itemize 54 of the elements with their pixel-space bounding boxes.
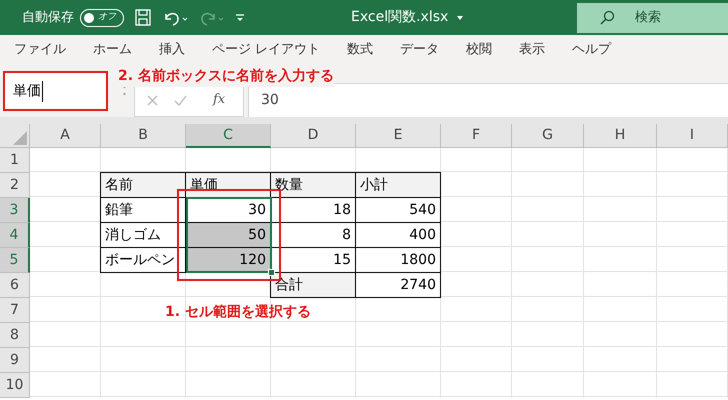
column-header[interactable]: G	[512, 124, 584, 148]
table-cell[interactable]: 400	[355, 222, 441, 248]
row-header[interactable]: 9	[0, 348, 30, 373]
table-cell[interactable]: 小計	[355, 172, 441, 198]
row-header[interactable]: 1	[0, 148, 30, 173]
triangle-icon	[13, 131, 27, 145]
table-cell[interactable]: 50	[185, 222, 271, 248]
row-header[interactable]: 10	[0, 373, 30, 398]
caret-icon[interactable]	[456, 14, 464, 20]
table-cell[interactable]: 鉛筆	[100, 197, 186, 223]
table-cell[interactable]: 540	[355, 197, 441, 223]
ribbon-tab[interactable]: ファイル	[14, 40, 66, 60]
save-icon[interactable]	[135, 9, 151, 26]
row-header[interactable]: 7	[0, 298, 30, 323]
row-header[interactable]: 8	[0, 323, 30, 348]
file-name: Excel関数.xlsx	[351, 8, 448, 27]
annotation-text: 2. 名前ボックスに名前を入力する	[118, 66, 334, 87]
ribbon-tab[interactable]: データ	[400, 40, 440, 60]
table-cell[interactable]: 2740	[355, 272, 441, 298]
autosave-label: 自動保存	[22, 8, 74, 27]
ribbon-tab[interactable]: 数式	[347, 40, 374, 60]
table-cell[interactable]: 名前	[100, 172, 186, 198]
name-box[interactable]: 単価	[3, 71, 108, 111]
row-header[interactable]: 3	[0, 198, 30, 223]
row-header[interactable]: 4	[0, 223, 30, 248]
column-header[interactable]: C	[186, 124, 271, 148]
search-field[interactable]: 検索	[577, 2, 728, 32]
column-header[interactable]: A	[30, 124, 101, 148]
row-header[interactable]: 5	[0, 248, 30, 273]
column-header[interactable]: B	[101, 124, 186, 148]
search-icon	[599, 10, 615, 26]
column-header[interactable]: H	[584, 124, 657, 148]
table-cell[interactable]: ボールペン	[100, 247, 186, 273]
row-header[interactable]: 2	[0, 173, 30, 198]
ribbon-tab[interactable]: 挿入	[159, 40, 185, 60]
table-cell[interactable]: 消しゴム	[100, 222, 186, 248]
row-header[interactable]: 6	[0, 273, 30, 298]
column-header[interactable]: E	[356, 124, 441, 148]
ribbon-tab[interactable]: ホーム	[93, 40, 132, 60]
fill-handle[interactable]	[268, 269, 275, 276]
annotation-text: 1. セル範囲を選択する	[165, 303, 311, 322]
formula-field[interactable]: 30	[248, 83, 728, 117]
column-header[interactable]: D	[271, 124, 356, 148]
ribbon-tab[interactable]: ヘルプ	[572, 40, 612, 60]
ribbon-tab[interactable]: ページ レイアウト	[212, 40, 320, 60]
ribbon-tab[interactable]: 校閲	[466, 40, 492, 60]
ribbon-tab[interactable]: 表示	[519, 40, 546, 60]
table-cell[interactable]: 1800	[355, 247, 441, 273]
column-header[interactable]: F	[441, 124, 512, 148]
check-icon[interactable]	[174, 94, 187, 106]
column-header[interactable]: I	[657, 124, 728, 148]
autosave-toggle[interactable]: オフ	[80, 8, 124, 26]
customize-caret-icon[interactable]	[235, 12, 245, 22]
insert-function-button[interactable]: fx	[213, 90, 226, 110]
